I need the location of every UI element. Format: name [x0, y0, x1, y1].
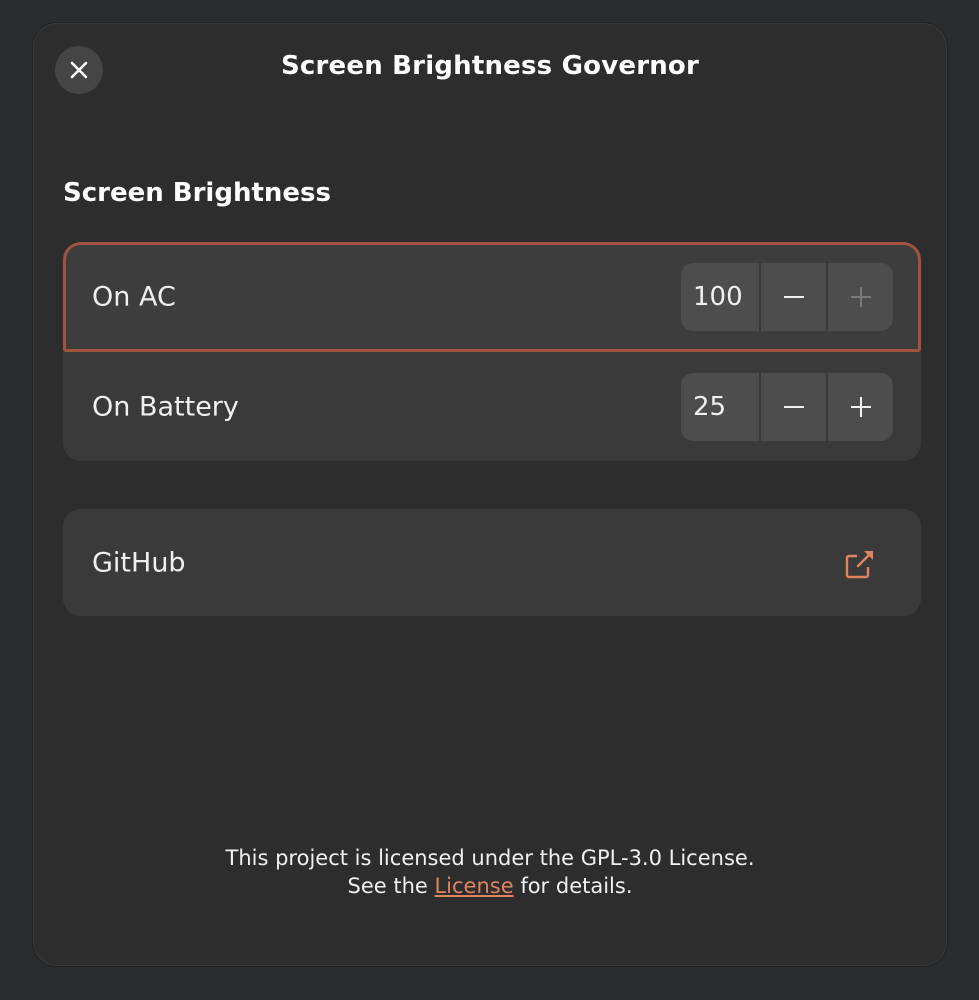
license-text-suffix: for details. [513, 874, 633, 898]
on-ac-spinbutton[interactable]: 100 [681, 263, 893, 331]
license-text-prefix: See the [347, 874, 435, 898]
external-link-icon [845, 550, 874, 579]
brightness-settings-group: On AC 100 On Battery 25 [63, 242, 921, 461]
minus-icon [783, 296, 804, 298]
on-ac-increment-button[interactable] [828, 263, 893, 331]
on-battery-decrement-button[interactable] [761, 372, 828, 441]
preferences-window: Screen Brightness Governor Screen Bright… [33, 23, 947, 966]
on-battery-increment-button[interactable] [828, 373, 893, 441]
on-ac-value-input[interactable]: 100 [681, 263, 761, 331]
minus-icon [783, 405, 804, 408]
on-battery-value-input[interactable]: 25 [681, 372, 761, 441]
on-battery-label: On Battery [92, 391, 239, 422]
window-title: Screen Brightness Governor [280, 51, 700, 81]
section-title: Screen Brightness [63, 178, 331, 208]
on-ac-label: On AC [92, 281, 176, 313]
license-text-line1: This project is licensed under the GPL-3… [225, 846, 755, 870]
on-ac-decrement-button[interactable] [761, 263, 828, 331]
github-link-row[interactable]: GitHub [63, 509, 921, 616]
on-battery-spinbutton[interactable]: 25 [681, 372, 893, 441]
on-ac-row: On AC 100 [63, 242, 921, 352]
license-text-line2: See the License for details. [34, 872, 946, 900]
github-link-label: GitHub [92, 547, 186, 578]
license-footer: This project is licensed under the GPL-3… [34, 844, 946, 900]
plus-icon [850, 287, 871, 307]
license-link[interactable]: License [434, 874, 513, 898]
plus-icon [850, 396, 871, 417]
on-battery-row: On Battery 25 [63, 352, 921, 461]
